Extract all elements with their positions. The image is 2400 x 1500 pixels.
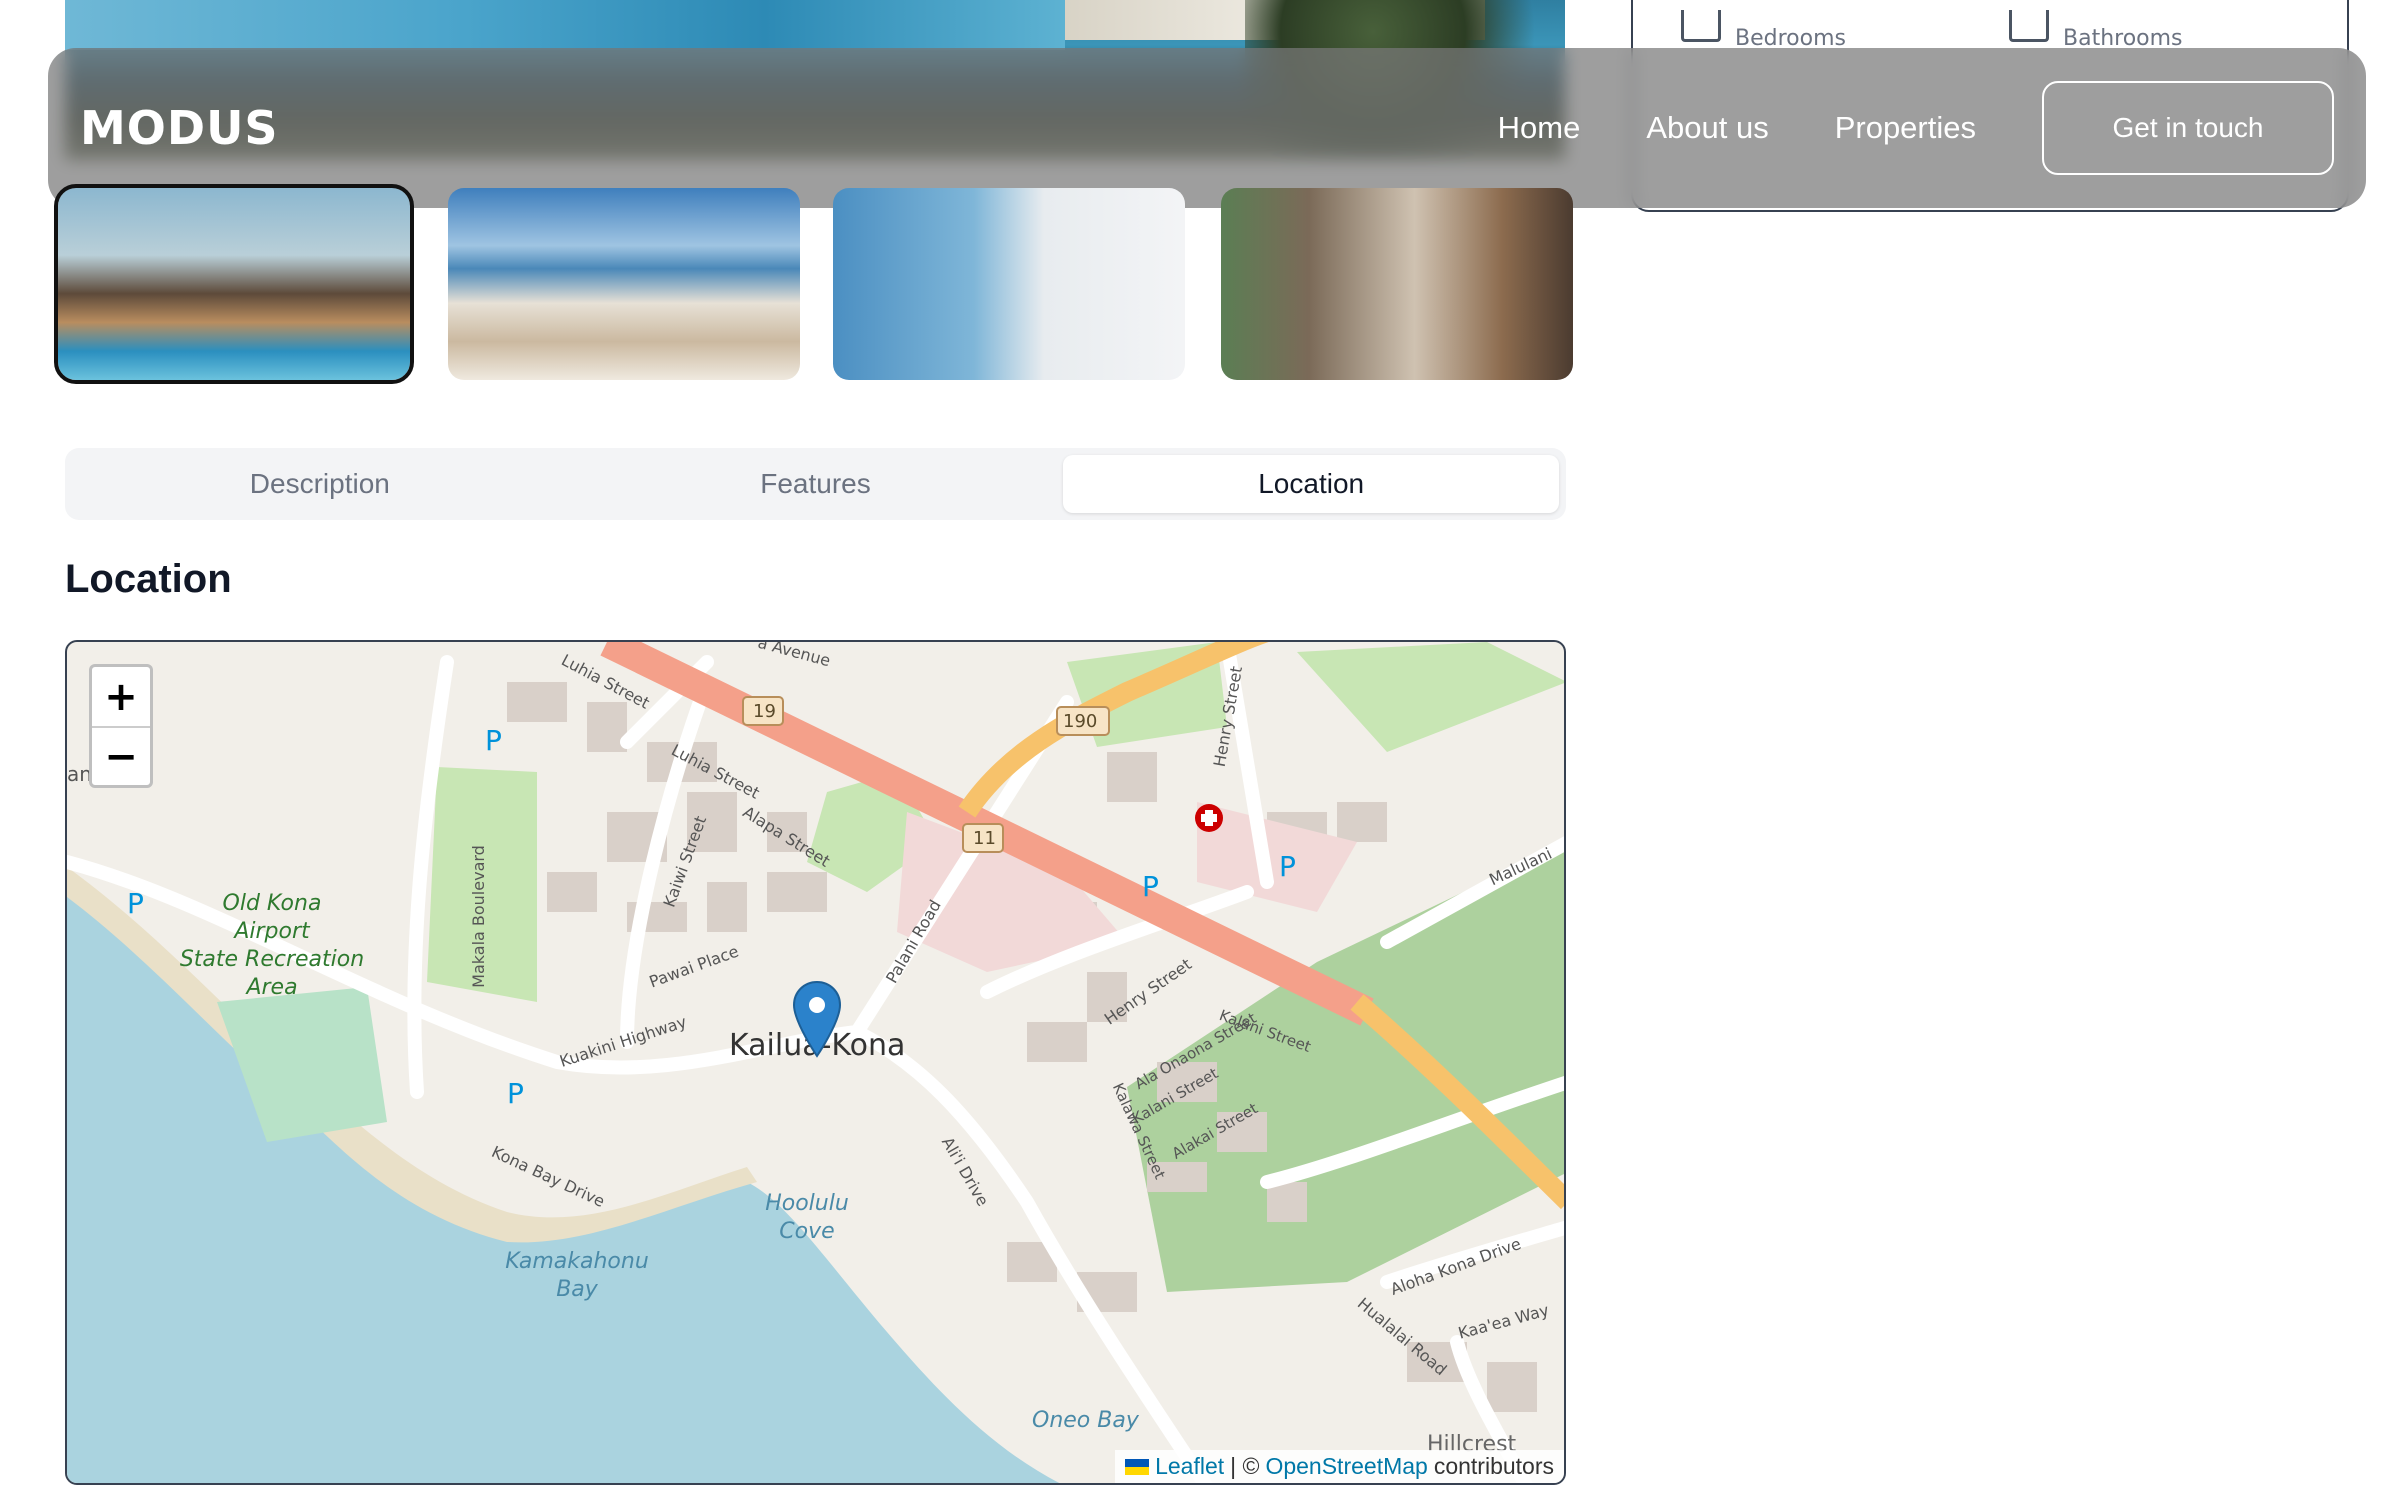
- parking-icon: P: [1142, 870, 1159, 903]
- ukraine-flag-icon: [1125, 1458, 1150, 1475]
- cove-label-line2: Cove: [779, 1219, 835, 1244]
- nav-properties[interactable]: Properties: [1835, 110, 1976, 146]
- openstreetmap-link[interactable]: OpenStreetMap: [1265, 1453, 1427, 1480]
- parking-icon: P: [485, 724, 502, 757]
- nav-about-us[interactable]: About us: [1646, 110, 1768, 146]
- location-map[interactable]: 19 190 11 P P P P P aniākea Old Kona Air…: [65, 640, 1566, 1485]
- bath-icon: [2009, 9, 2049, 42]
- thumbnail-3[interactable]: [833, 188, 1185, 380]
- oneo-bay-label: Oneo Bay: [1032, 1408, 1139, 1433]
- map-tiles: [67, 642, 1564, 1483]
- hwy-19-label: 19: [753, 701, 776, 722]
- parking-icon: P: [1279, 850, 1296, 883]
- bay-label: Kamakahonu Bay: [497, 1248, 657, 1304]
- hwy-190-label: 190: [1063, 711, 1098, 732]
- cove-label-line1: Hoolulu: [765, 1191, 849, 1216]
- tab-features[interactable]: Features: [568, 455, 1064, 513]
- location-pin-icon[interactable]: [792, 980, 842, 1060]
- map-attribution: Leaflet | © OpenStreetMap contributors: [1115, 1450, 1564, 1483]
- street-label: Makala Boulevard: [468, 845, 488, 988]
- park-label: Old Kona Airport State Recreation Area: [157, 890, 387, 1002]
- bed-icon: [1681, 9, 1721, 42]
- park-label-line1: Old Kona: [222, 891, 322, 916]
- tab-description[interactable]: Description: [72, 455, 568, 513]
- thumbnail-2[interactable]: [448, 188, 800, 380]
- cove-label: Hoolulu Cove: [747, 1190, 867, 1246]
- logo[interactable]: MODUS: [80, 101, 279, 155]
- detail-tabs: Description Features Location: [65, 448, 1566, 520]
- park-label-line2: Airport: [234, 919, 310, 944]
- zoom-control: + −: [89, 664, 153, 788]
- bay-label-line2: Bay: [556, 1277, 598, 1302]
- thumbnail-4[interactable]: [1221, 188, 1573, 380]
- tab-location[interactable]: Location: [1063, 455, 1560, 513]
- bedrooms-stat: Bedrooms: [1681, 0, 1846, 51]
- attribution-separator: | ©: [1230, 1453, 1260, 1479]
- parking-icon: P: [127, 887, 144, 920]
- nav-links: Home About us Properties: [1498, 110, 1976, 146]
- zoom-out-button[interactable]: −: [92, 726, 150, 785]
- attribution-suffix: contributors: [1433, 1453, 1554, 1479]
- zoom-in-button[interactable]: +: [92, 667, 150, 726]
- get-in-touch-button[interactable]: Get in touch: [2042, 81, 2334, 175]
- hwy-11-label: 11: [973, 828, 996, 849]
- navbar: MODUS Home About us Properties Get in to…: [48, 48, 2366, 208]
- leaflet-link[interactable]: Leaflet: [1155, 1453, 1224, 1480]
- park-label-line3: State Recreation: [179, 947, 365, 972]
- thumbnail-1[interactable]: [54, 184, 414, 384]
- bathrooms-stat: Bathrooms: [2009, 0, 2183, 51]
- hero-pool: [65, 0, 1065, 50]
- nav-home[interactable]: Home: [1498, 110, 1581, 146]
- bay-label-line1: Kamakahonu: [505, 1249, 649, 1274]
- park-label-line4: Area: [246, 975, 298, 1000]
- parking-icon: P: [507, 1077, 524, 1110]
- gallery-thumbnails: [54, 184, 1573, 388]
- section-title: Location: [65, 557, 232, 601]
